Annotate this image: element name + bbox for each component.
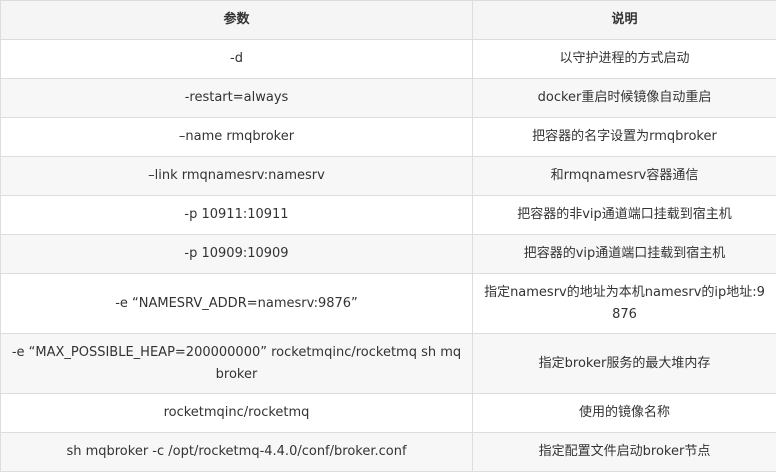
description-cell: 指定broker服务的最大堆内存 bbox=[472, 333, 776, 394]
param-cell: rocketmqinc/rocketmq bbox=[0, 393, 473, 433]
table-header: 参数 说明 bbox=[0, 0, 776, 40]
table-row: -p 10911:10911 把容器的非vip通道端口挂载到宿主机 bbox=[0, 195, 776, 235]
parameter-table-container: 参数 说明 -d 以守护进程的方式启动 -restart=always dock… bbox=[0, 0, 776, 474]
header-param: 参数 bbox=[0, 0, 473, 40]
table-row: -d 以守护进程的方式启动 bbox=[0, 39, 776, 79]
description-cell: 把容器的名字设置为rmqbroker bbox=[472, 117, 776, 157]
table-row: –link rmqnamesrv:namesrv 和rmqnamesrv容器通信 bbox=[0, 156, 776, 196]
param-cell: sh mqbroker -c /opt/rocketmq-4.4.0/conf/… bbox=[0, 432, 473, 472]
description-cell: 指定namesrv的地址为本机namesrv的ip地址:9876 bbox=[472, 273, 776, 334]
description-cell: 把容器的vip通道端口挂载到宿主机 bbox=[472, 234, 776, 274]
table-row: -e “NAMESRV_ADDR=namesrv:9876” 指定namesrv… bbox=[0, 273, 776, 334]
param-cell: -e “MAX_POSSIBLE_HEAP=200000000” rocketm… bbox=[0, 333, 473, 394]
param-cell: –name rmqbroker bbox=[0, 117, 473, 157]
param-cell: -restart=always bbox=[0, 78, 473, 118]
description-cell: 以守护进程的方式启动 bbox=[472, 39, 776, 79]
parameter-table: 参数 说明 -d 以守护进程的方式启动 -restart=always dock… bbox=[0, 0, 776, 472]
table-row: –name rmqbroker 把容器的名字设置为rmqbroker bbox=[0, 117, 776, 157]
table-row: sh mqbroker -c /opt/rocketmq-4.4.0/conf/… bbox=[0, 432, 776, 472]
table-row: rocketmqinc/rocketmq 使用的镜像名称 bbox=[0, 393, 776, 433]
param-cell: -p 10909:10909 bbox=[0, 234, 473, 274]
table-row: -e “MAX_POSSIBLE_HEAP=200000000” rocketm… bbox=[0, 333, 776, 394]
description-cell: 使用的镜像名称 bbox=[472, 393, 776, 433]
header-row: 参数 说明 bbox=[0, 0, 776, 40]
param-cell: -p 10911:10911 bbox=[0, 195, 473, 235]
param-cell: -e “NAMESRV_ADDR=namesrv:9876” bbox=[0, 273, 473, 334]
table-body: -d 以守护进程的方式启动 -restart=always docker重启时候… bbox=[0, 39, 776, 472]
table-row: -restart=always docker重启时候镜像自动重启 bbox=[0, 78, 776, 118]
description-cell: 指定配置文件启动broker节点 bbox=[472, 432, 776, 472]
description-cell: 把容器的非vip通道端口挂载到宿主机 bbox=[472, 195, 776, 235]
table-row: -p 10909:10909 把容器的vip通道端口挂载到宿主机 bbox=[0, 234, 776, 274]
description-cell: docker重启时候镜像自动重启 bbox=[472, 78, 776, 118]
param-cell: -d bbox=[0, 39, 473, 79]
header-description: 说明 bbox=[472, 0, 776, 40]
param-cell: –link rmqnamesrv:namesrv bbox=[0, 156, 473, 196]
description-cell: 和rmqnamesrv容器通信 bbox=[472, 156, 776, 196]
